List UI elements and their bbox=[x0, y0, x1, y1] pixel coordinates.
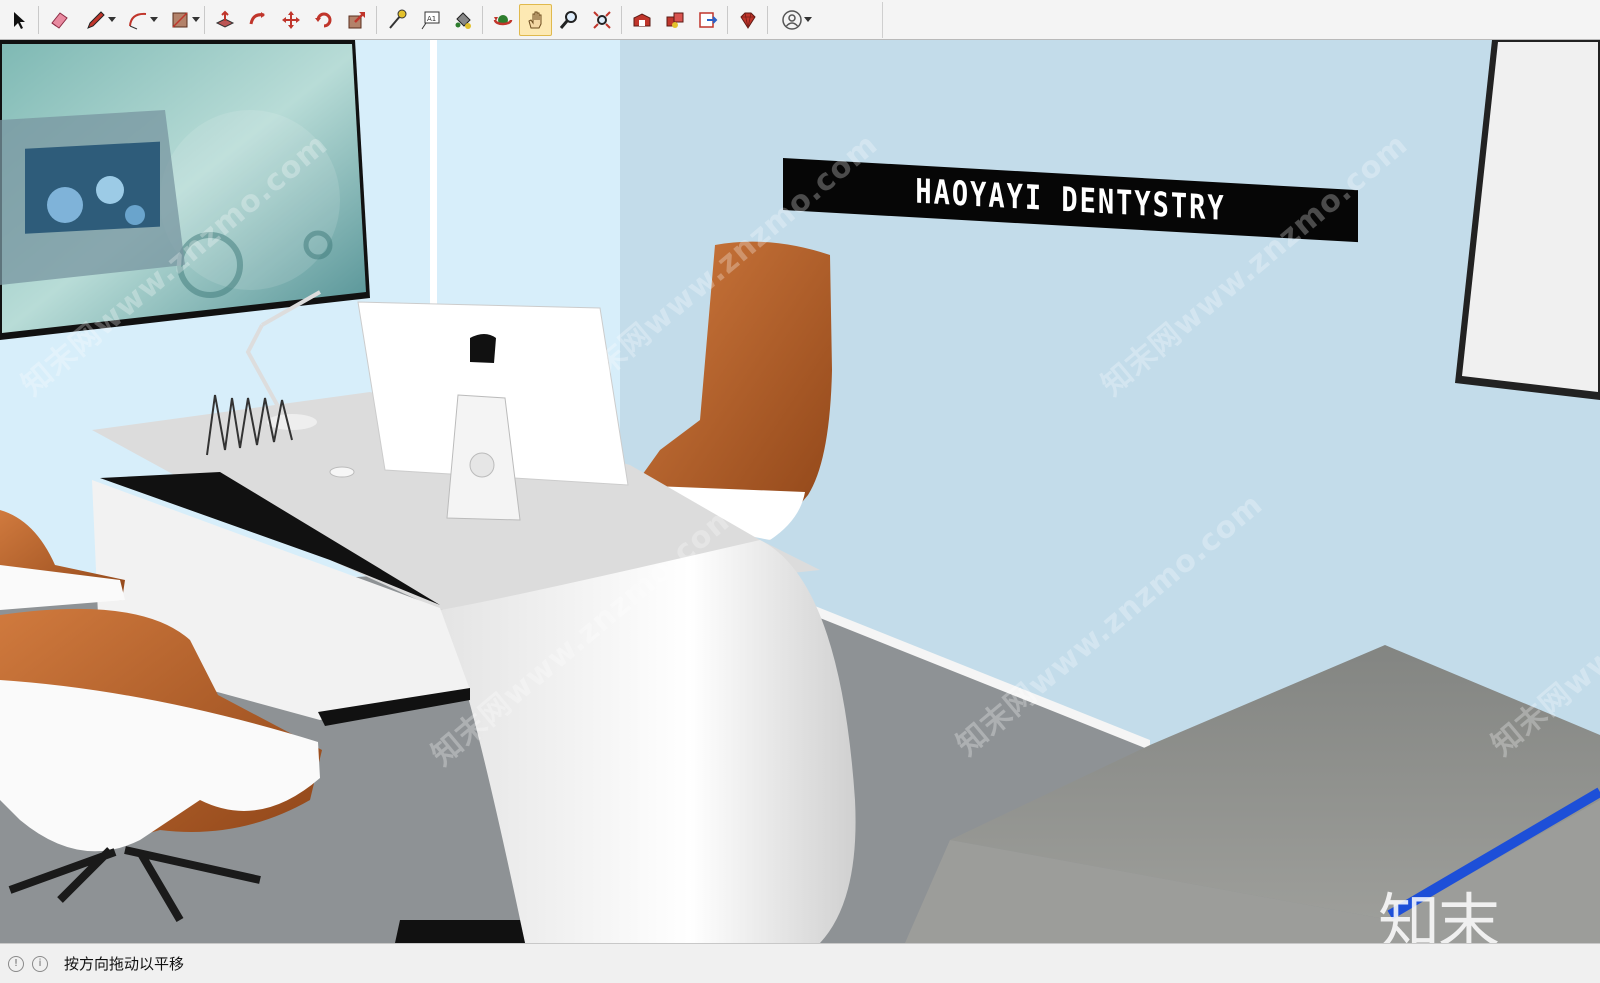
chevron-down-icon[interactable] bbox=[192, 17, 200, 22]
toolbar-separator bbox=[767, 6, 768, 34]
arc-tool-button[interactable] bbox=[117, 4, 159, 36]
toolbar-separator bbox=[38, 6, 39, 34]
chevron-down-icon[interactable] bbox=[108, 17, 116, 22]
orbit-icon bbox=[493, 15, 512, 26]
ruby-icon bbox=[739, 12, 756, 29]
ruby-console-tool-button[interactable] bbox=[731, 4, 764, 36]
pan-tool-button[interactable] bbox=[519, 4, 552, 36]
move-tool-button[interactable] bbox=[274, 4, 307, 36]
push-pull-icon bbox=[215, 10, 234, 28]
toolbar-separator bbox=[621, 6, 622, 34]
chevron-down-icon[interactable] bbox=[150, 17, 158, 22]
info-icon[interactable]: i bbox=[32, 955, 48, 972]
push-pull-tool-button[interactable] bbox=[208, 4, 241, 36]
text-icon: A1 bbox=[421, 11, 439, 30]
model-viewport[interactable]: HAOYAYI DENTYSTRY 知末网www.znzmo.com 知末网ww… bbox=[0, 40, 1600, 943]
zoom-tool-button[interactable] bbox=[552, 4, 585, 36]
orbit-tool-button[interactable] bbox=[486, 4, 519, 36]
eraser-tool-button[interactable] bbox=[42, 4, 75, 36]
chevron-down-icon[interactable] bbox=[804, 17, 812, 22]
pencil-icon bbox=[87, 11, 105, 29]
rectangle-tool-button[interactable] bbox=[159, 4, 201, 36]
tape-measure-tool-button[interactable] bbox=[380, 4, 413, 36]
layout-icon bbox=[698, 12, 717, 28]
hand-icon bbox=[527, 11, 541, 29]
rotate-tool-button[interactable] bbox=[307, 4, 340, 36]
toolbar-separator bbox=[376, 6, 377, 34]
large-toolset: A1 bbox=[2, 2, 883, 38]
select-tool-button[interactable] bbox=[2, 4, 35, 36]
zoom-extents-tool-button[interactable] bbox=[585, 4, 618, 36]
arc-icon bbox=[129, 12, 147, 30]
extension-warehouse-tool-button[interactable] bbox=[658, 4, 691, 36]
tape-measure-icon bbox=[388, 9, 406, 29]
paint-bucket-icon bbox=[455, 12, 471, 29]
warehouse-icon bbox=[633, 13, 650, 27]
svg-text:A1: A1 bbox=[427, 15, 436, 23]
follow-me-tool-button[interactable] bbox=[241, 4, 274, 36]
paint-bucket-tool-button[interactable] bbox=[446, 4, 479, 36]
rectangle-icon bbox=[172, 12, 188, 28]
scale-icon bbox=[348, 12, 365, 29]
warehouse-tool-button[interactable] bbox=[625, 4, 658, 36]
main-toolbar: A1 bbox=[0, 0, 1600, 40]
account-menu-button[interactable] bbox=[771, 4, 813, 36]
toolbar-separator bbox=[482, 6, 483, 34]
toolbar-separator bbox=[204, 6, 205, 34]
move-icon bbox=[281, 11, 300, 29]
zoom-extents-icon bbox=[592, 11, 611, 29]
arrow-cursor-icon bbox=[13, 12, 25, 29]
geo-location-icon[interactable]: ! bbox=[8, 955, 24, 972]
send-to-layout-tool-button[interactable] bbox=[691, 4, 724, 36]
magnifier-icon bbox=[559, 11, 577, 29]
status-bar: ! i 按方向拖动以平移 bbox=[0, 943, 1600, 983]
wall-sign-text: HAOYAYI DENTYSTRY bbox=[915, 172, 1226, 229]
extension-icon bbox=[666, 12, 683, 28]
toolbar-separator bbox=[727, 6, 728, 34]
status-text: 按方向拖动以平移 bbox=[64, 955, 185, 973]
text-tool-button[interactable]: A1 bbox=[413, 4, 446, 36]
pencil-tool-button[interactable] bbox=[75, 4, 117, 36]
watermark-brand: 知末 bbox=[1378, 886, 1500, 943]
user-icon bbox=[782, 10, 802, 30]
follow-me-icon bbox=[249, 12, 265, 25]
scale-tool-button[interactable] bbox=[340, 4, 373, 36]
eraser-icon bbox=[50, 12, 68, 29]
rotate-icon bbox=[314, 12, 331, 28]
